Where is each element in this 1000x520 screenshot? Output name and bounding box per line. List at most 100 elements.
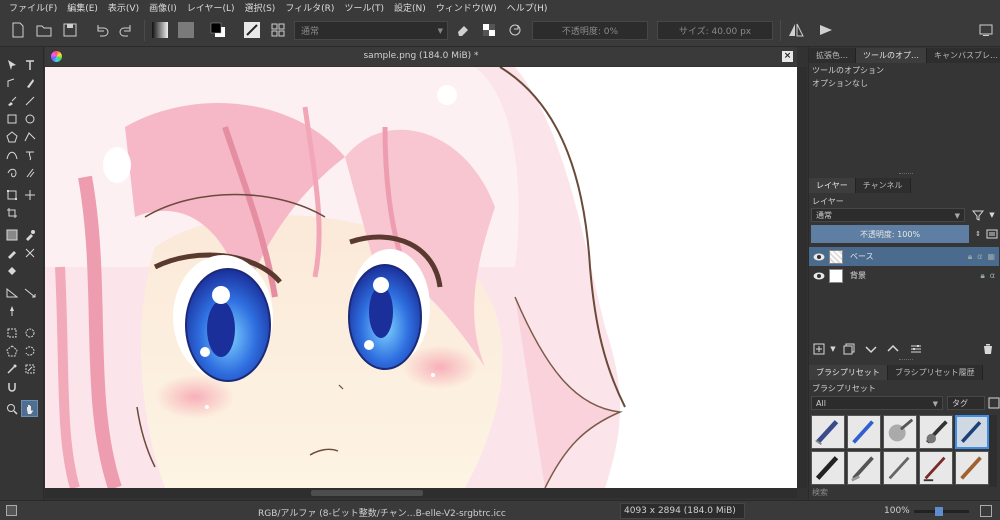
opacity-stepper-icon[interactable]: ⇕ [971,227,985,241]
add-layer-icon[interactable] [812,342,826,356]
text-tool-icon[interactable] [22,57,38,73]
rectangle-tool-icon[interactable] [4,111,20,127]
alpha-lock-icon[interactable]: α [977,252,982,262]
tab-brush-history[interactable]: ブラシプリセット履歴 [887,365,983,380]
polygonal-selection-icon[interactable] [4,343,20,359]
eraser-mode-icon[interactable] [453,20,473,40]
fill-tool-icon[interactable] [4,263,20,279]
document-tab[interactable]: sample.png (184.0 MiB) * × [45,47,797,66]
brush-preset-item[interactable] [919,451,953,485]
brush-preset-item[interactable] [811,451,845,485]
menu-settings[interactable]: 設定(N) [389,1,431,14]
chevron-down-icon[interactable]: ▼ [826,342,840,356]
filter-layers-icon[interactable] [971,208,985,222]
brush-grid-scrollbar[interactable] [989,415,997,487]
layer-row[interactable]: ベース 🔒︎ α ▦ [809,247,999,266]
brush-editor-icon[interactable] [242,20,262,40]
reload-preset-icon[interactable] [505,20,525,40]
move-layer-up-icon[interactable] [886,342,900,356]
delete-layer-icon[interactable] [981,342,995,356]
pattern-swatch-icon[interactable] [176,20,196,40]
chevron-down-icon[interactable]: ▼ [985,208,999,222]
brush-tag-select[interactable]: タグ [947,396,985,410]
gradient-tool-icon[interactable] [4,227,20,243]
panel-splitter[interactable] [899,173,913,176]
layer-settings-icon[interactable] [909,342,923,356]
rectangular-selection-icon[interactable] [4,325,20,341]
lock-icon[interactable]: 🔒︎ [968,252,972,262]
tab-channels[interactable]: チャンネル [855,178,911,193]
mirror-horizontal-icon[interactable] [786,20,806,40]
opacity-slider[interactable]: 不透明度: 0% [532,21,648,40]
menu-layer[interactable]: レイヤー(L) [182,1,240,14]
zoom-tool-icon[interactable] [4,401,20,417]
brush-preset-item[interactable] [883,415,917,449]
redo-icon[interactable] [116,20,136,40]
bezier-tool-icon[interactable] [4,147,20,163]
brush-presets-grid-icon[interactable] [268,20,288,40]
pan-tool-icon[interactable] [21,400,38,417]
brush-preset-item[interactable] [847,451,881,485]
canvas-horizontal-scrollbar[interactable] [45,488,797,498]
visibility-eye-icon[interactable] [813,252,825,262]
layer-blend-mode-select[interactable]: 通常 ▼ [811,208,965,222]
canvas[interactable] [45,67,797,488]
tab-layers[interactable]: レイヤー [809,178,856,193]
dynamic-brush-icon[interactable] [4,165,20,181]
blend-mode-select[interactable]: 通常 ▼ [294,21,448,40]
horizontal-scroll-thumb[interactable] [311,490,423,496]
polyline-tool-icon[interactable] [22,129,38,145]
tab-brush-presets[interactable]: ブラシプリセット [809,365,888,380]
move-layer-down-icon[interactable] [864,342,878,356]
multibrush-icon[interactable] [22,165,38,181]
crop-tool-icon[interactable] [4,205,20,221]
menu-edit[interactable]: 編集(E) [62,1,103,14]
lock-icon[interactable]: 🔒︎ [980,271,984,281]
fullscreen-icon[interactable] [980,505,992,517]
edit-shapes-icon[interactable] [4,75,20,91]
brush-preset-item[interactable] [919,415,953,449]
new-document-icon[interactable] [8,20,28,40]
canvas-vertical-scrollbar[interactable] [797,67,807,488]
brush-preset-item-selected[interactable] [955,415,989,449]
layer-opacity-slider[interactable]: 不透明度: 100% [811,225,969,243]
contiguous-selection-icon[interactable] [4,361,20,377]
colorize-mask-icon[interactable] [4,245,20,261]
foreground-background-color-icon[interactable] [208,20,228,40]
menu-file[interactable]: ファイル(F) [4,1,62,14]
measure-tool-icon[interactable] [22,285,38,301]
layer-row[interactable]: 背景 🔒︎ α [809,266,999,285]
menu-help[interactable]: ヘルプ(H) [502,1,553,14]
brush-view-options-icon[interactable] [987,396,1000,410]
alpha-lock-icon[interactable]: α [990,271,995,281]
select-shapes-icon[interactable] [4,57,20,73]
tab-canvas-brush[interactable]: キャンバスブレ… [927,48,1000,63]
preserve-alpha-icon[interactable] [479,20,499,40]
open-folder-icon[interactable] [34,20,54,40]
freehand-selection-icon[interactable] [22,343,38,359]
menu-filter[interactable]: フィルタ(R) [280,1,339,14]
brush-preset-item[interactable] [847,415,881,449]
brush-preset-item[interactable] [811,415,845,449]
polygon-tool-icon[interactable] [4,129,20,145]
assistant-tool-icon[interactable] [4,285,20,301]
tab-advanced-color[interactable]: 拡張色… [809,48,856,63]
workspace-icon[interactable] [976,20,996,40]
smart-patch-icon[interactable] [22,245,38,261]
brush-tool-icon[interactable] [4,93,20,109]
brush-size-slider[interactable]: サイズ: 40.00 px [657,21,773,40]
menu-tools[interactable]: ツール(T) [339,1,389,14]
elliptical-selection-icon[interactable] [22,325,38,341]
move-tool-icon[interactable] [22,187,38,203]
similar-color-selection-icon[interactable] [22,361,38,377]
ellipse-tool-icon[interactable] [22,111,38,127]
brush-search-field[interactable]: 検索 [812,487,828,498]
visibility-eye-icon[interactable] [813,271,825,281]
close-icon[interactable]: × [782,51,793,62]
panel-splitter[interactable] [899,359,913,362]
freehand-path-icon[interactable] [22,147,38,163]
brush-preset-item[interactable] [883,451,917,485]
menu-view[interactable]: 表示(V) [103,1,144,14]
color-picker-icon[interactable] [22,227,38,243]
reference-images-icon[interactable] [4,303,20,319]
